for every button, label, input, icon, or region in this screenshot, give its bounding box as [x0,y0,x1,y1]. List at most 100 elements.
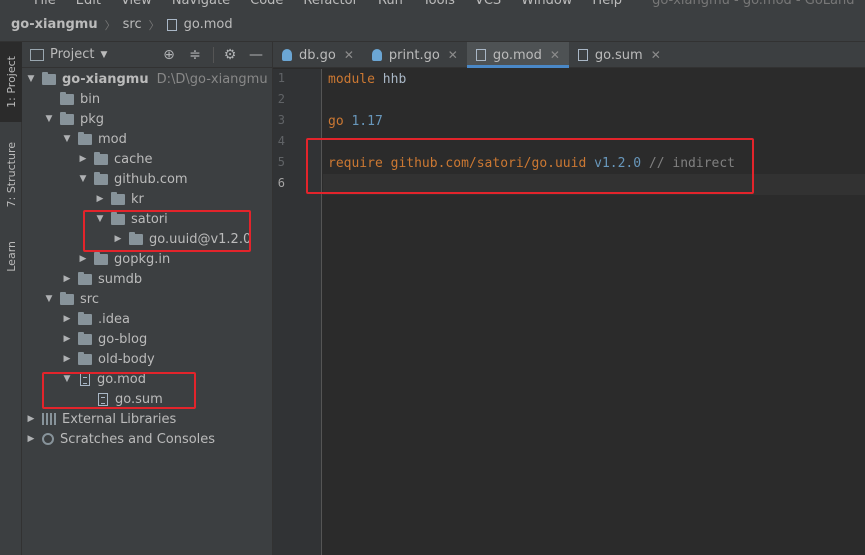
collapsed-arrow-icon[interactable]: ▶ [26,414,36,424]
menu-bar: File Edit View Navigate Code Refactor Run Tools… [0,0,865,8]
tool-tab-project[interactable]: 1: Project [0,42,22,122]
tree-node-label: kr [131,191,144,207]
expanded-arrow-icon[interactable]: ▼ [78,174,88,184]
project-view-icon [30,48,44,61]
menu-item-code[interactable]: Code [250,0,283,8]
tree-node-label: github.com [114,171,188,187]
folder-icon [94,171,108,185]
tree-node-external-libraries[interactable]: ▶ External Libraries [22,409,177,429]
code-area[interactable]: module hhb go 1.17 require github.com/sa… [323,69,865,555]
tab-go-sum[interactable]: go.sum ✕ [569,42,670,68]
locate-icon[interactable]: ⊕ [159,45,179,65]
folder-icon [60,91,74,105]
expanded-arrow-icon[interactable]: ▼ [26,74,36,84]
tree-node-label: pkg [80,111,105,127]
caret-line-highlight [323,174,865,195]
menu-item-file[interactable]: File [34,0,56,8]
collapsed-arrow-icon[interactable]: ▶ [113,234,123,244]
file-icon [80,372,90,386]
tree-node-github[interactable]: ▼ github.com [22,169,188,189]
folder-icon [60,111,74,125]
collapsed-arrow-icon[interactable]: ▶ [62,274,72,284]
breadcrumb-file[interactable]: go.mod [166,17,233,32]
tree-node-label: cache [114,151,153,167]
tree-node-gopkg[interactable]: ▶ gopkg.in [22,249,170,269]
close-icon[interactable]: ✕ [550,48,560,62]
menu-item-view[interactable]: View [121,0,152,8]
tool-tab-structure[interactable]: 7: Structure [0,134,22,216]
collapsed-arrow-icon[interactable]: ▶ [62,314,72,324]
menu-item-edit[interactable]: Edit [76,0,101,8]
chevron-down-icon[interactable]: ▼ [100,50,107,60]
close-icon[interactable]: ✕ [651,48,661,62]
collapsed-arrow-icon[interactable]: ▶ [78,154,88,164]
folder-icon [78,331,92,345]
tree-node-oldbody[interactable]: ▶ old-body [22,349,155,369]
tool-tab-project-label: 1: Project [4,56,18,108]
menu-item-vcs[interactable]: VCS [475,0,501,8]
folder-icon [94,151,108,165]
tree-node-scratches[interactable]: ▶ Scratches and Consoles [22,429,216,449]
line-number-gutter: 1 2 3 4 5 6 [273,69,322,555]
go-file-icon [371,49,382,61]
tree-node-gomod[interactable]: ▼ go.mod [22,369,146,389]
menu-item-run[interactable]: Run [378,0,403,8]
window-title: go-xiangmu - go.mod - GoLand [652,0,855,8]
tool-tab-learn[interactable]: Learn [0,230,22,282]
expanded-arrow-icon[interactable]: ▼ [44,294,54,304]
code-version: v1.2.0 [586,156,642,171]
tree-node-gouuid[interactable]: ▶ go.uuid@v1.2.0 [22,229,251,249]
tree-node-gosum[interactable]: go.sum [22,389,163,409]
tab-db-go[interactable]: db.go ✕ [273,42,363,68]
expanded-arrow-icon[interactable]: ▼ [44,114,54,124]
menu-item-help[interactable]: Help [592,0,622,8]
line-number: 6 [277,176,285,190]
tree-node-src[interactable]: ▼ src [22,289,99,309]
expanded-arrow-icon[interactable]: ▼ [62,374,72,384]
breadcrumb-src[interactable]: src [123,17,142,32]
tree-node-idea[interactable]: ▶ .idea [22,309,130,329]
tool-tab-learn-label: Learn [4,240,18,272]
tree-node-mod[interactable]: ▼ mod [22,129,127,149]
tree-node-label: Scratches and Consoles [60,431,216,447]
project-panel-title[interactable]: Project [50,47,94,62]
close-icon[interactable]: ✕ [448,48,458,62]
close-icon[interactable]: ✕ [344,48,354,62]
code-comment: // indirect [641,156,736,171]
breadcrumb-project[interactable]: go-xiangmu [11,17,98,32]
tree-node-pkg[interactable]: ▼ pkg [22,109,104,129]
tree-node-root[interactable]: ▼ go-xiangmu D:\D\go-xiangmu [22,69,268,89]
collapsed-arrow-icon[interactable]: ▶ [95,194,105,204]
collapsed-arrow-icon[interactable]: ▶ [62,354,72,364]
tree-node-cache[interactable]: ▶ cache [22,149,153,169]
tree-node-goblog[interactable]: ▶ go-blog [22,329,147,349]
tab-label: go.sum [594,47,643,63]
tree-node-label: mod [98,131,127,147]
collapsed-arrow-icon[interactable]: ▶ [26,434,36,444]
collapse-all-icon[interactable]: ≑ [185,45,205,65]
collapsed-arrow-icon[interactable]: ▶ [78,254,88,264]
minimize-icon[interactable]: — [246,45,266,65]
menu-item-navigate[interactable]: Navigate [172,0,230,8]
tree-node-sumdb[interactable]: ▶ sumdb [22,269,142,289]
tree-node-label: satori [131,211,168,227]
tree-node-label: old-body [98,351,155,367]
code-line: require github.com/satori/go.uuid v1.2.0… [328,153,735,174]
menu-item-refactor[interactable]: Refactor [303,0,358,8]
tree-node-label: go-blog [98,331,148,347]
tab-print-go[interactable]: print.go ✕ [363,42,467,68]
menu-item-tools[interactable]: Tools [423,0,455,8]
tree-node-kr[interactable]: ▶ kr [22,189,144,209]
tree-node-satori[interactable]: ▼ satori [22,209,168,229]
breadcrumb-separator-icon: 〉 [148,18,160,32]
tree-node-label: src [80,291,99,307]
expanded-arrow-icon[interactable]: ▼ [62,134,72,144]
folder-icon [78,311,92,325]
menu-item-window[interactable]: Window [521,0,572,8]
expanded-arrow-icon[interactable]: ▼ [95,214,105,224]
gear-icon[interactable]: ⚙ [220,45,240,65]
collapsed-arrow-icon[interactable]: ▶ [62,334,72,344]
tab-go-mod[interactable]: go.mod ✕ [466,42,569,68]
code-keyword: module [328,72,375,87]
tree-node-bin[interactable]: bin [22,89,100,109]
